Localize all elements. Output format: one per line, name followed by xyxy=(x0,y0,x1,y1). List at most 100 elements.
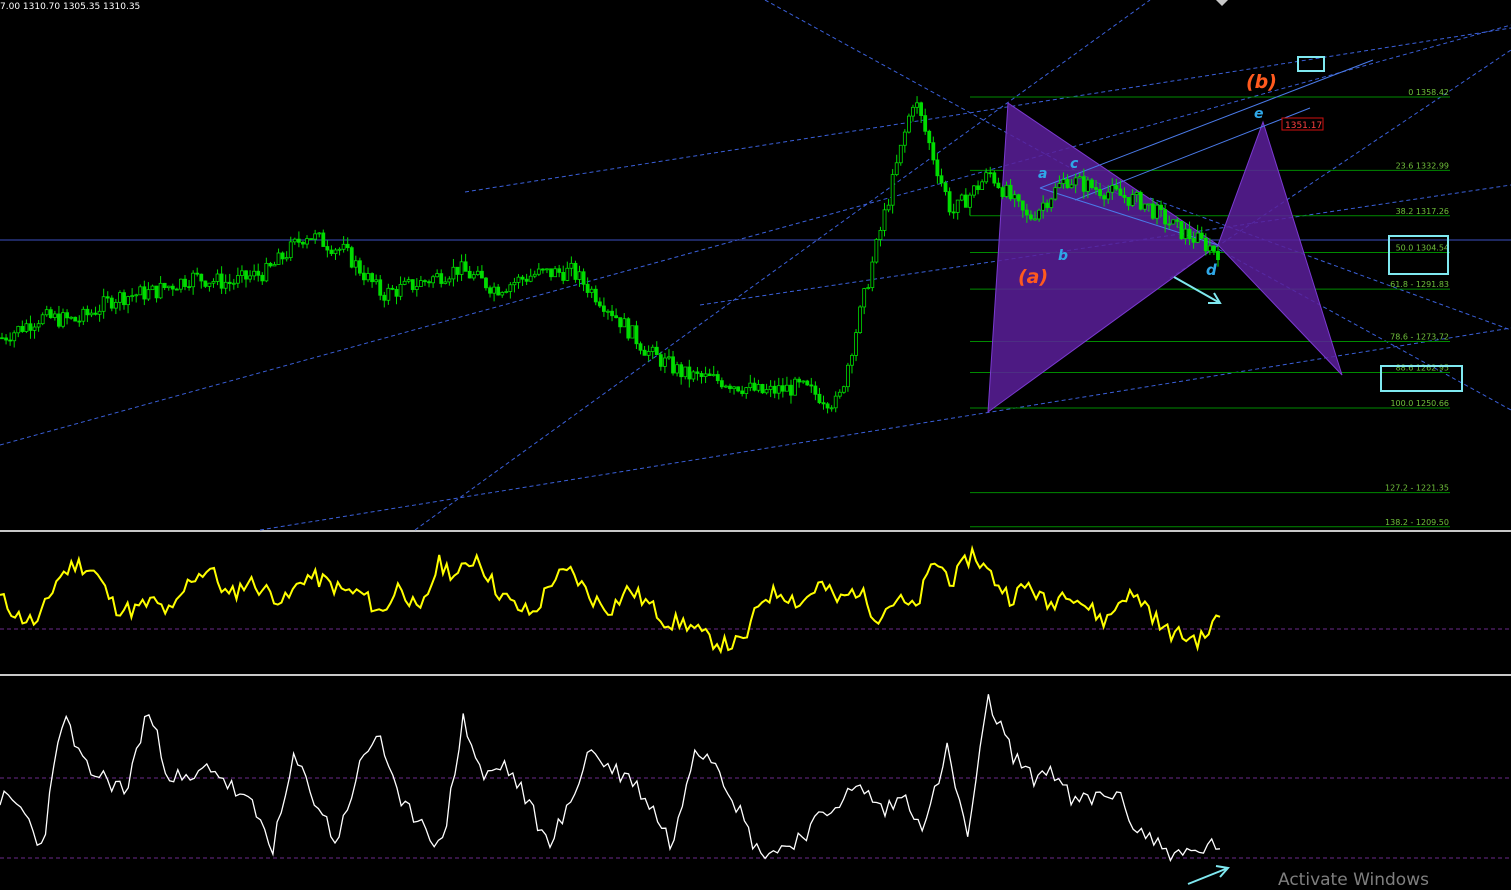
scroll-marker-icon[interactable] xyxy=(1216,0,1228,6)
candle-body xyxy=(756,384,761,391)
candle-body xyxy=(1049,198,1054,208)
candle-body xyxy=(1008,184,1013,200)
candle-body xyxy=(439,273,444,284)
candle-body xyxy=(1114,185,1119,190)
candle-body xyxy=(785,384,789,392)
candle-body xyxy=(223,281,228,289)
candle-body xyxy=(44,309,49,316)
candle-body xyxy=(1024,209,1029,216)
candle-body xyxy=(1073,177,1078,186)
candle-body xyxy=(740,390,745,394)
candle-body xyxy=(264,262,269,282)
candle-body xyxy=(305,238,309,245)
candle-body xyxy=(772,385,777,394)
candle-body xyxy=(549,268,553,278)
candle-body xyxy=(484,277,488,289)
candle-body xyxy=(768,385,773,390)
candle-body xyxy=(715,374,720,382)
candle-body xyxy=(728,385,732,390)
candle-body xyxy=(272,264,277,267)
candle-body xyxy=(1094,187,1098,190)
candle-body xyxy=(955,199,960,213)
candle-body xyxy=(736,386,741,392)
candle-body xyxy=(1175,219,1180,222)
candle-body xyxy=(203,280,208,287)
candle-body xyxy=(1045,202,1050,208)
trendline-dashed xyxy=(464,27,1511,193)
ohlc-readout: 7.00 1310.70 1305.35 1310.35 xyxy=(0,2,141,12)
candle-body xyxy=(911,106,915,117)
price-tag[interactable]: 1351.17 xyxy=(1281,117,1324,131)
candle-body xyxy=(996,182,1001,189)
oscillator-2-panel xyxy=(0,694,1511,863)
candle-body xyxy=(227,281,232,285)
candle-body xyxy=(183,278,187,287)
candle-body xyxy=(1187,228,1192,240)
candle-body xyxy=(748,382,753,389)
candle-body xyxy=(0,337,4,340)
candle-body xyxy=(109,297,114,309)
candle-body xyxy=(406,279,411,282)
candle-body xyxy=(1012,194,1017,200)
candle-body xyxy=(801,380,806,383)
candle-body xyxy=(77,320,82,323)
candle-body xyxy=(1159,204,1163,210)
candle-body xyxy=(719,380,724,388)
candle-body xyxy=(764,389,769,394)
candle-body xyxy=(821,402,826,405)
candle-body xyxy=(711,374,716,377)
direction-arrows xyxy=(1173,276,1230,885)
arrow-down-icon xyxy=(1173,276,1222,304)
candle-body xyxy=(353,260,358,268)
candle-body xyxy=(488,287,492,294)
candle-body xyxy=(431,276,435,284)
candle-body xyxy=(951,211,956,214)
candle-body xyxy=(565,267,570,281)
candle-body xyxy=(1000,187,1005,197)
candle-body xyxy=(858,306,863,334)
candle-body xyxy=(244,270,248,280)
candle-body xyxy=(435,273,440,278)
candle-body xyxy=(1146,203,1151,206)
candle-body xyxy=(577,271,582,280)
candle-body xyxy=(553,268,557,278)
candle-body xyxy=(1085,179,1090,192)
candle-body xyxy=(370,273,374,283)
candle-body xyxy=(321,232,326,247)
candle-body xyxy=(122,292,126,306)
candle-body xyxy=(362,272,366,281)
candle-body xyxy=(829,407,834,410)
candle-body xyxy=(4,337,8,341)
candle-body xyxy=(833,395,838,409)
candle-body xyxy=(817,393,822,404)
harmonic-pattern[interactable] xyxy=(987,102,1343,414)
candle-body xyxy=(707,373,712,377)
candle-body xyxy=(256,270,261,276)
candle-body xyxy=(1151,203,1155,219)
candle-body xyxy=(927,130,932,144)
candle-body xyxy=(105,296,110,299)
candle-body xyxy=(1033,218,1037,221)
candle-body xyxy=(626,318,631,339)
candle-body xyxy=(687,366,692,380)
candle-body xyxy=(378,279,383,296)
candle-body xyxy=(467,270,472,279)
candle-body xyxy=(268,262,273,267)
candle-body xyxy=(313,233,318,240)
candle-body xyxy=(540,268,545,271)
candle-body xyxy=(349,247,354,268)
candle-body xyxy=(622,318,627,328)
chart-canvas[interactable]: 0 1358.42 23.6 1332.99 38.2 1317.26 50.0 13… xyxy=(0,0,1511,890)
candle-body xyxy=(1077,176,1082,179)
candle-body xyxy=(695,371,700,374)
candle-body xyxy=(1090,179,1094,189)
oscillator-1-line xyxy=(0,544,1221,655)
candle-body xyxy=(97,310,102,315)
candle-body xyxy=(382,294,387,301)
candle-body xyxy=(968,194,972,208)
candle-body xyxy=(492,286,496,294)
candle-body xyxy=(345,243,350,249)
candle-body xyxy=(24,323,29,332)
candle-body xyxy=(455,266,460,275)
candle-body xyxy=(12,332,17,342)
